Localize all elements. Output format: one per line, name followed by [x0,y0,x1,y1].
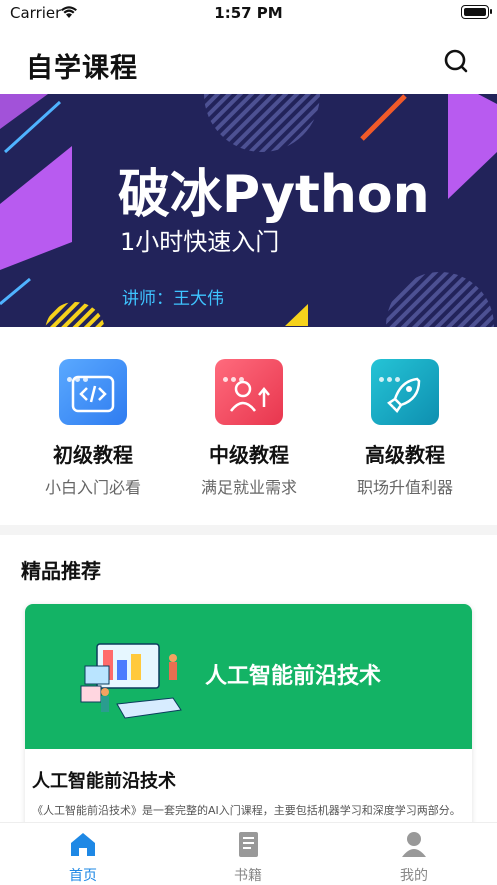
banner-lecturer: 讲师：王大伟 [122,289,224,309]
status-bar: Carrier 1:57 PM [0,0,497,26]
ai-illustration [80,643,182,719]
course-hero-image: 人工智能前沿技术 [25,604,472,749]
search-icon[interactable] [443,48,471,76]
clock: 1:57 PM [214,4,283,22]
rocket-icon [371,359,439,425]
category-row: 初级教程 小白入门必看 中级教程 满足就业需求 高级教程 职场升值利器 [0,327,497,525]
tab-profile[interactable]: 我的 [364,829,464,885]
home-icon [71,833,95,856]
banner-title: 破冰Python [118,165,430,225]
category-beginner[interactable]: 初级教程 小白入门必看 [23,359,163,498]
category-advanced[interactable]: 高级教程 职场升值利器 [335,359,475,498]
category-subtitle: 小白入门必看 [44,478,141,497]
section-title: 精品推荐 [21,559,101,583]
promo-banner[interactable]: 破冰Python 1小时快速入门 讲师：王大伟 [0,94,497,327]
tab-bar: 首页 书籍 我的 [0,822,497,884]
profile-icon [402,832,426,857]
page-title: 自学课程 [26,53,138,84]
banner-subtitle: 1小时快速入门 [120,228,280,256]
code-icon [59,359,127,425]
category-intermediate[interactable]: 中级教程 满足就业需求 [179,359,319,498]
tab-label: 书籍 [234,868,262,884]
section-divider [0,525,497,535]
nav-bar: 自学课程 [0,26,497,94]
tab-books[interactable]: 书籍 [198,829,298,885]
battery-icon [461,5,492,19]
tab-label: 首页 [69,868,97,884]
category-subtitle: 满足就业需求 [200,478,297,497]
category-subtitle: 职场升值利器 [356,478,453,497]
category-title: 初级教程 [53,443,133,467]
category-title: 高级教程 [365,443,445,467]
tab-label: 我的 [400,868,428,884]
course-hero-text: 人工智能前沿技术 [205,664,382,689]
book-icon [239,832,258,857]
course-title: 人工智能前沿技术 [32,771,176,792]
user-upgrade-icon [215,359,283,425]
tab-home[interactable]: 首页 [33,829,133,885]
category-title: 中级教程 [209,443,289,467]
